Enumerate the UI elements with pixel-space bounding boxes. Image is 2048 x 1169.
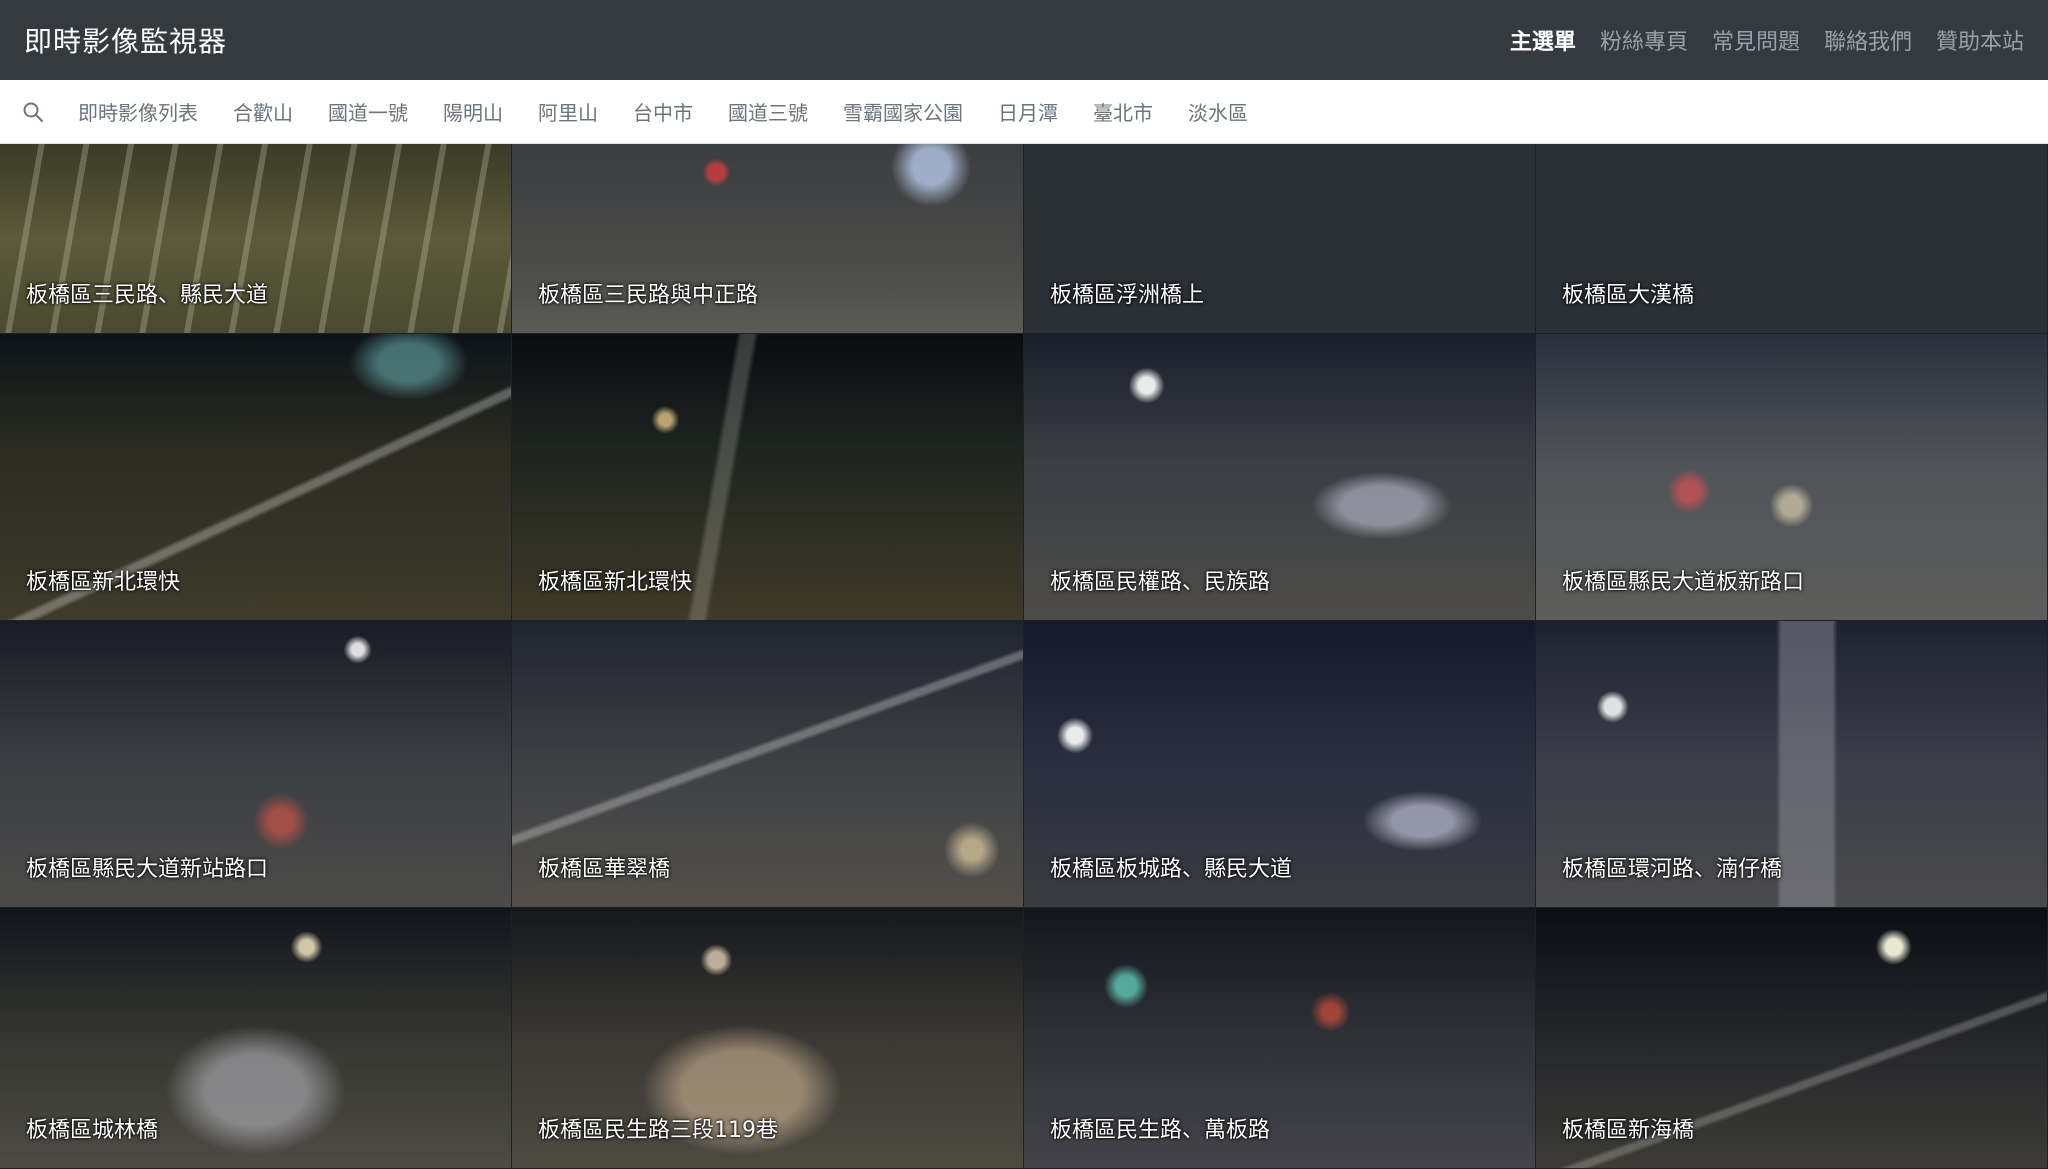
camera-label: 板橋區城林橋 bbox=[26, 1118, 159, 1143]
camera-tile[interactable]: 板橋區民權路、民族路 bbox=[1024, 334, 1536, 621]
camera-label: 板橋區新海橋 bbox=[1562, 1118, 1695, 1143]
camera-label: 板橋區民生路、萬板路 bbox=[1050, 1118, 1271, 1143]
search-icon[interactable] bbox=[22, 101, 44, 123]
camera-tile[interactable]: 板橋區浮洲橋上 bbox=[1024, 144, 1536, 334]
camera-label: 板橋區三民路與中正路 bbox=[538, 283, 759, 308]
category-tamsui[interactable]: 淡水區 bbox=[1188, 97, 1248, 126]
category-yangmingshan[interactable]: 陽明山 bbox=[443, 97, 503, 126]
camera-tile[interactable]: 板橋區新北環快 bbox=[512, 334, 1024, 621]
camera-grid: 板橋區三民路、縣民大道 板橋區三民路與中正路 板橋區浮洲橋上 板橋區大漢橋 板橋… bbox=[0, 144, 2048, 1169]
camera-label: 板橋區浮洲橋上 bbox=[1050, 283, 1205, 308]
camera-label: 板橋區縣民大道板新路口 bbox=[1562, 570, 1805, 595]
camera-tile[interactable]: 板橋區三民路與中正路 bbox=[512, 144, 1024, 334]
category-nav: 即時影像列表 合歡山 國道一號 陽明山 阿里山 台中市 國道三號 雪霸國家公園 … bbox=[78, 97, 1248, 126]
camera-tile[interactable]: 板橋區三民路、縣民大道 bbox=[0, 144, 512, 334]
camera-tile[interactable]: 板橋區城林橋 bbox=[0, 908, 512, 1169]
category-sun-moon-lake[interactable]: 日月潭 bbox=[998, 97, 1058, 126]
camera-label: 板橋區新北環快 bbox=[26, 570, 181, 595]
camera-label: 板橋區大漢橋 bbox=[1562, 283, 1695, 308]
camera-tile[interactable]: 板橋區縣民大道新站路口 bbox=[0, 621, 512, 908]
camera-tile[interactable]: 板橋區新海橋 bbox=[1536, 908, 2048, 1169]
camera-label: 板橋區三民路、縣民大道 bbox=[26, 283, 269, 308]
camera-label: 板橋區民生路三段119巷 bbox=[538, 1118, 778, 1143]
category-bar: 即時影像列表 合歡山 國道一號 陽明山 阿里山 台中市 國道三號 雪霸國家公園 … bbox=[0, 80, 2048, 144]
topnav-main-menu[interactable]: 主選單 bbox=[1510, 24, 1576, 56]
topnav-faq[interactable]: 常見問題 bbox=[1712, 24, 1800, 56]
camera-tile[interactable]: 板橋區華翠橋 bbox=[512, 621, 1024, 908]
camera-tile[interactable]: 板橋區板城路、縣民大道 bbox=[1024, 621, 1536, 908]
camera-label: 板橋區民權路、民族路 bbox=[1050, 570, 1271, 595]
top-navbar: 即時影像監視器 主選單 粉絲專頁 常見問題 聯絡我們 贊助本站 bbox=[0, 0, 2048, 80]
camera-tile[interactable]: 板橋區民生路、萬板路 bbox=[1024, 908, 1536, 1169]
topnav-sponsor[interactable]: 贊助本站 bbox=[1936, 24, 2024, 56]
top-nav: 主選單 粉絲專頁 常見問題 聯絡我們 贊助本站 bbox=[1510, 24, 2024, 56]
category-freeway-1[interactable]: 國道一號 bbox=[328, 97, 408, 126]
category-freeway-3[interactable]: 國道三號 bbox=[728, 97, 808, 126]
category-taipei[interactable]: 臺北市 bbox=[1093, 97, 1153, 126]
camera-label: 板橋區新北環快 bbox=[538, 570, 693, 595]
camera-tile[interactable]: 板橋區新北環快 bbox=[0, 334, 512, 621]
app-title[interactable]: 即時影像監視器 bbox=[24, 20, 227, 60]
category-taichung[interactable]: 台中市 bbox=[633, 97, 693, 126]
camera-label: 板橋區縣民大道新站路口 bbox=[26, 857, 269, 882]
camera-tile[interactable]: 板橋區縣民大道板新路口 bbox=[1536, 334, 2048, 621]
camera-tile[interactable]: 板橋區環河路、湳仔橋 bbox=[1536, 621, 2048, 908]
camera-label: 板橋區華翠橋 bbox=[538, 857, 671, 882]
category-hehuanshan[interactable]: 合歡山 bbox=[233, 97, 293, 126]
camera-label: 板橋區環河路、湳仔橋 bbox=[1562, 857, 1783, 882]
category-live-list[interactable]: 即時影像列表 bbox=[78, 97, 198, 126]
category-shei-pa[interactable]: 雪霸國家公園 bbox=[843, 97, 963, 126]
camera-tile[interactable]: 板橋區大漢橋 bbox=[1536, 144, 2048, 334]
category-alishan[interactable]: 阿里山 bbox=[538, 97, 598, 126]
topnav-contact[interactable]: 聯絡我們 bbox=[1824, 24, 1912, 56]
camera-label: 板橋區板城路、縣民大道 bbox=[1050, 857, 1293, 882]
camera-tile[interactable]: 板橋區民生路三段119巷 bbox=[512, 908, 1024, 1169]
topnav-fan-page[interactable]: 粉絲專頁 bbox=[1600, 24, 1688, 56]
